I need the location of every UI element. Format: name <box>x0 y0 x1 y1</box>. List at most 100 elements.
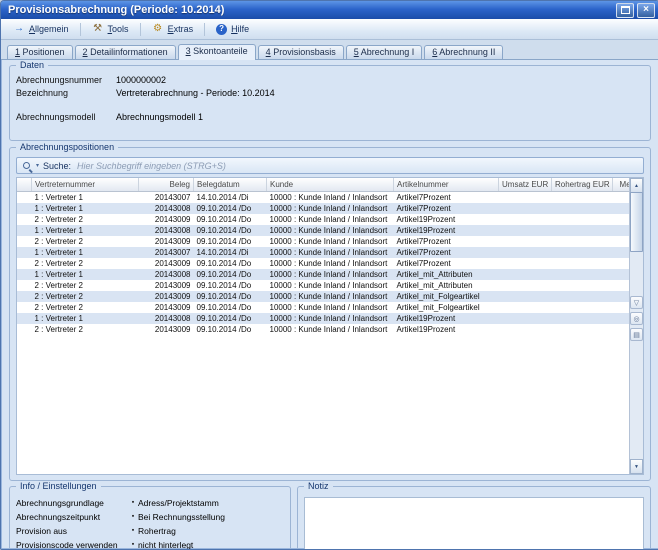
table-cell[interactable]: 1 : Vertreter 1 <box>32 225 139 236</box>
lookup-button[interactable]: ◎ <box>630 312 643 325</box>
table-cell[interactable] <box>499 291 552 302</box>
table-cell[interactable]: Artikel7Prozent <box>394 258 499 269</box>
table-cell[interactable] <box>552 324 613 335</box>
table-cell[interactable] <box>499 225 552 236</box>
table-cell[interactable]: 1 : Vertreter 1 <box>32 247 139 258</box>
table-cell[interactable]: 10000 : Kunde Inland / Inlandsort <box>267 291 394 302</box>
scroll-up-button[interactable]: ▲ <box>630 178 643 193</box>
table-cell[interactable]: Artikel19Prozent <box>394 313 499 324</box>
table-row[interactable]: 2 : Vertreter 22014300909.10.2014 /Do100… <box>17 302 644 313</box>
toolbar-button-tools[interactable]: ⚒ Tools <box>85 19 136 39</box>
table-cell[interactable]: 09.10.2014 /Do <box>194 280 267 291</box>
table-cell[interactable]: 10000 : Kunde Inland / Inlandsort <box>267 258 394 269</box>
table-cell[interactable] <box>499 313 552 324</box>
table-cell[interactable]: Artikel7Prozent <box>394 236 499 247</box>
table-cell[interactable]: 1 : Vertreter 1 <box>32 203 139 214</box>
table-cell[interactable] <box>499 203 552 214</box>
table-cell[interactable]: 10000 : Kunde Inland / Inlandsort <box>267 203 394 214</box>
table-cell[interactable]: Artikel19Prozent <box>394 214 499 225</box>
table-cell[interactable]: 09.10.2014 /Do <box>194 258 267 269</box>
table-row[interactable]: 2 : Vertreter 22014300909.10.2014 /Do100… <box>17 280 644 291</box>
scroll-down-button[interactable]: ▼ <box>630 459 643 474</box>
table-cell[interactable]: 2 : Vertreter 2 <box>32 302 139 313</box>
table-cell[interactable]: Artikel_mit_Folgeartikel <box>394 302 499 313</box>
toolbar-button-extras[interactable]: ⚙ Extras <box>145 19 201 39</box>
tab-abrechnung-2[interactable]: 6 Abrechnung II <box>424 45 503 59</box>
table-cell[interactable]: 10000 : Kunde Inland / Inlandsort <box>267 269 394 280</box>
table-row[interactable]: 1 : Vertreter 12014300714.10.2014 /Di100… <box>17 247 644 258</box>
table-cell[interactable]: Artikel7Prozent <box>394 203 499 214</box>
column-header[interactable]: Artikelnummer <box>394 178 499 192</box>
table-row[interactable]: 2 : Vertreter 22014300909.10.2014 /Do100… <box>17 258 644 269</box>
table-cell[interactable]: 10000 : Kunde Inland / Inlandsort <box>267 280 394 291</box>
table-cell[interactable]: 20143008 <box>139 225 194 236</box>
table-cell[interactable] <box>552 302 613 313</box>
table-cell[interactable] <box>499 269 552 280</box>
table-cell[interactable]: 20143009 <box>139 280 194 291</box>
table-cell[interactable]: 2 : Vertreter 2 <box>32 236 139 247</box>
table-cell[interactable]: Artikel7Prozent <box>394 247 499 258</box>
table-row[interactable]: 2 : Vertreter 22014300909.10.2014 /Do100… <box>17 291 644 302</box>
table-cell[interactable] <box>552 247 613 258</box>
table-cell[interactable]: 10000 : Kunde Inland / Inlandsort <box>267 302 394 313</box>
tab-detailinformationen[interactable]: 2 Detailinformationen <box>75 45 176 59</box>
table-cell[interactable] <box>499 302 552 313</box>
table-cell[interactable] <box>552 258 613 269</box>
table-cell[interactable]: Artikel7Prozent <box>394 192 499 204</box>
table-row[interactable]: 2 : Vertreter 22014300909.10.2014 /Do100… <box>17 324 644 335</box>
table-cell[interactable] <box>552 313 613 324</box>
table-cell[interactable]: 20143008 <box>139 203 194 214</box>
table-cell[interactable]: 20143009 <box>139 302 194 313</box>
scrollbar-thumb[interactable] <box>630 192 643 252</box>
table-cell[interactable]: 09.10.2014 /Do <box>194 236 267 247</box>
table-row[interactable]: 1 : Vertreter 12014300809.10.2014 /Do100… <box>17 225 644 236</box>
table-cell[interactable] <box>499 280 552 291</box>
table-cell[interactable]: 20143007 <box>139 247 194 258</box>
table-cell[interactable]: Artikel_mit_Attributen <box>394 269 499 280</box>
table-cell[interactable]: 10000 : Kunde Inland / Inlandsort <box>267 313 394 324</box>
table-cell[interactable]: 20143009 <box>139 236 194 247</box>
table-cell[interactable]: 20143008 <box>139 269 194 280</box>
table-row[interactable]: 2 : Vertreter 22014300909.10.2014 /Do100… <box>17 236 644 247</box>
vertical-scrollbar[interactable]: ▲ ▽ ◎ ▤ ▼ <box>629 178 643 474</box>
table-cell[interactable]: 09.10.2014 /Do <box>194 225 267 236</box>
close-button[interactable]: × <box>637 3 655 18</box>
column-header[interactable]: Kunde <box>267 178 394 192</box>
column-header[interactable]: Vertreternummer <box>32 178 139 192</box>
table-cell[interactable]: 2 : Vertreter 2 <box>32 280 139 291</box>
table-cell[interactable]: 2 : Vertreter 2 <box>32 258 139 269</box>
options-button[interactable]: ▤ <box>630 328 643 341</box>
table-cell[interactable] <box>552 236 613 247</box>
table-cell[interactable]: 1 : Vertreter 1 <box>32 192 139 204</box>
table-cell[interactable]: Artikel19Prozent <box>394 225 499 236</box>
table-row[interactable]: 1 : Vertreter 12014300809.10.2014 /Do100… <box>17 269 644 280</box>
table-cell[interactable]: 20143009 <box>139 258 194 269</box>
tab-provisionsbasis[interactable]: 4 Provisionsbasis <box>258 45 344 59</box>
tab-abrechnung-1[interactable]: 5 Abrechnung I <box>346 45 423 59</box>
table-cell[interactable]: 09.10.2014 /Do <box>194 214 267 225</box>
table-cell[interactable]: 10000 : Kunde Inland / Inlandsort <box>267 225 394 236</box>
table-cell[interactable] <box>552 225 613 236</box>
table-cell[interactable] <box>552 192 613 204</box>
table-cell[interactable] <box>499 192 552 204</box>
table-cell[interactable] <box>499 258 552 269</box>
table-cell[interactable]: 14.10.2014 /Di <box>194 192 267 204</box>
table-cell[interactable] <box>552 280 613 291</box>
search-input[interactable] <box>75 159 638 173</box>
table-cell[interactable]: Artikel_mit_Attributen <box>394 280 499 291</box>
table-cell[interactable]: 2 : Vertreter 2 <box>32 214 139 225</box>
table-cell[interactable]: Artikel_mit_Folgeartikel <box>394 291 499 302</box>
table-cell[interactable]: 20143009 <box>139 324 194 335</box>
table-row[interactable]: 1 : Vertreter 12014300809.10.2014 /Do100… <box>17 313 644 324</box>
column-header[interactable]: Beleg <box>139 178 194 192</box>
toolbar-button-hilfe[interactable]: ? Hilfe <box>209 19 256 39</box>
filter-button[interactable]: ▽ <box>630 296 643 309</box>
table-cell[interactable] <box>499 214 552 225</box>
table-cell[interactable]: 10000 : Kunde Inland / Inlandsort <box>267 236 394 247</box>
column-header[interactable]: Belegdatum <box>194 178 267 192</box>
table-cell[interactable]: 09.10.2014 /Do <box>194 324 267 335</box>
title-bar[interactable]: Provisionsabrechnung (Periode: 10.2014) … <box>1 1 658 19</box>
column-header[interactable]: Umsatz EUR <box>499 178 552 192</box>
table-cell[interactable] <box>499 247 552 258</box>
table-cell[interactable]: 10000 : Kunde Inland / Inlandsort <box>267 214 394 225</box>
